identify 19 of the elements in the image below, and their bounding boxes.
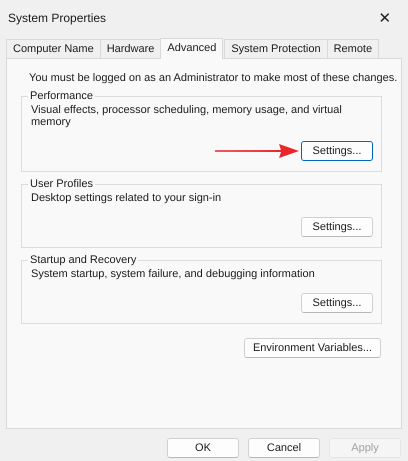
close-button[interactable]: ✕ (362, 9, 408, 27)
settings-button[interactable]: Settings... (301, 293, 373, 313)
dialog-button[interactable]: Cancel (248, 438, 320, 458)
tab[interactable]: Remote (326, 39, 380, 58)
group-description: Visual effects, processor scheduling, memory usage, and virtual memory (31, 104, 343, 128)
settings-button[interactable]: Settings... (301, 217, 373, 237)
group-title: User Profiles (29, 178, 94, 190)
group-description: System startup, system failure, and debugging information (31, 268, 316, 280)
tab[interactable]: System Protection (224, 39, 328, 58)
admin-notice: You must be logged on as an Administrator to make most of these changes. (29, 72, 398, 84)
environment-variables-button[interactable]: Environment Variables... (244, 338, 381, 358)
tab[interactable]: Advanced (160, 38, 224, 59)
group-title: Startup and Recovery (29, 254, 138, 266)
window-title: System Properties (8, 11, 106, 25)
settings-button[interactable]: Settings... (301, 141, 373, 161)
group-title: Performance (29, 90, 94, 102)
tab[interactable]: Computer Name (6, 39, 101, 58)
dialog-button[interactable]: OK (167, 438, 239, 458)
group-description: Desktop settings related to your sign-in (31, 192, 222, 204)
